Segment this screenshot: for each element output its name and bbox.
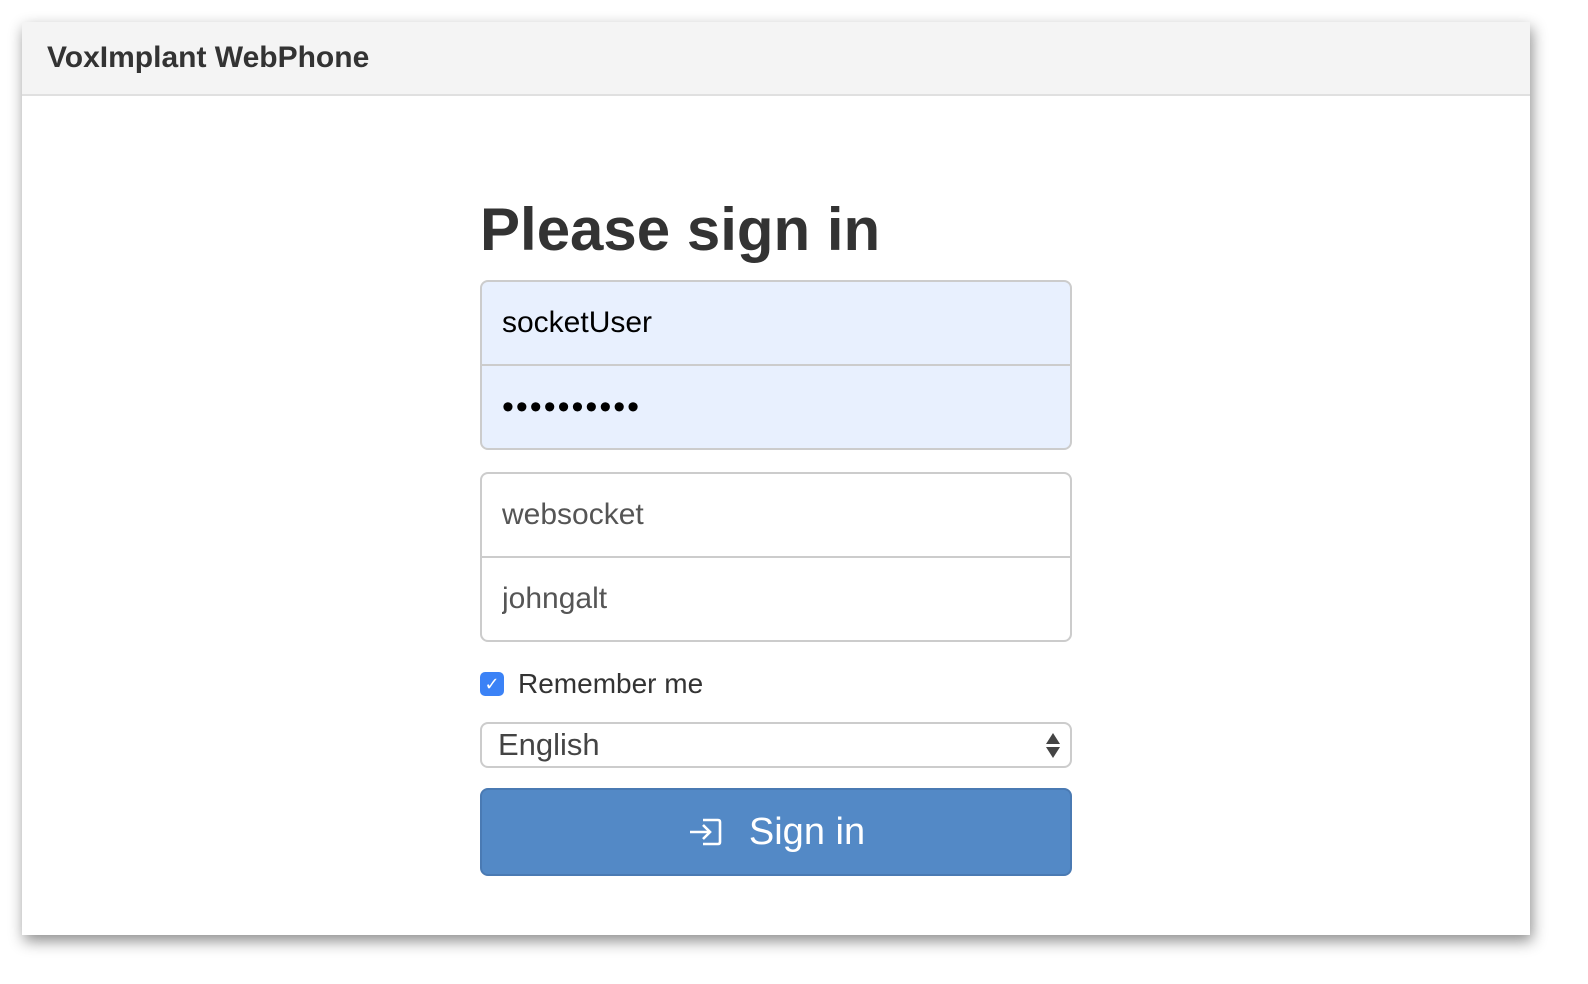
account-group — [480, 472, 1072, 642]
password-input[interactable] — [480, 364, 1072, 450]
sign-in-label: Sign in — [748, 810, 866, 853]
signin-form: Please sign in ✓ Remember me English — [480, 190, 1072, 876]
check-icon: ✓ — [484, 673, 500, 694]
app-window: VoxImplant WebPhone Please sign in ✓ Rem… — [22, 22, 1530, 935]
sign-in-icon — [687, 817, 723, 847]
brand-title[interactable]: VoxImplant WebPhone — [47, 41, 369, 75]
remember-me-row: ✓ Remember me — [480, 664, 1072, 704]
remember-me-checkbox[interactable]: ✓ — [480, 672, 504, 696]
select-arrows-icon — [1046, 732, 1060, 758]
page-title: Please sign in — [480, 196, 881, 263]
app-name-input[interactable] — [480, 472, 1072, 558]
sign-in-button[interactable]: Sign in — [480, 788, 1072, 876]
navbar: VoxImplant WebPhone — [22, 22, 1530, 96]
remember-me-label[interactable]: Remember me — [518, 668, 703, 700]
credentials-group — [480, 280, 1072, 450]
account-name-input[interactable] — [480, 556, 1072, 642]
language-select-value: English — [498, 727, 600, 762]
language-select[interactable]: English — [480, 722, 1072, 768]
username-input[interactable] — [480, 280, 1072, 366]
